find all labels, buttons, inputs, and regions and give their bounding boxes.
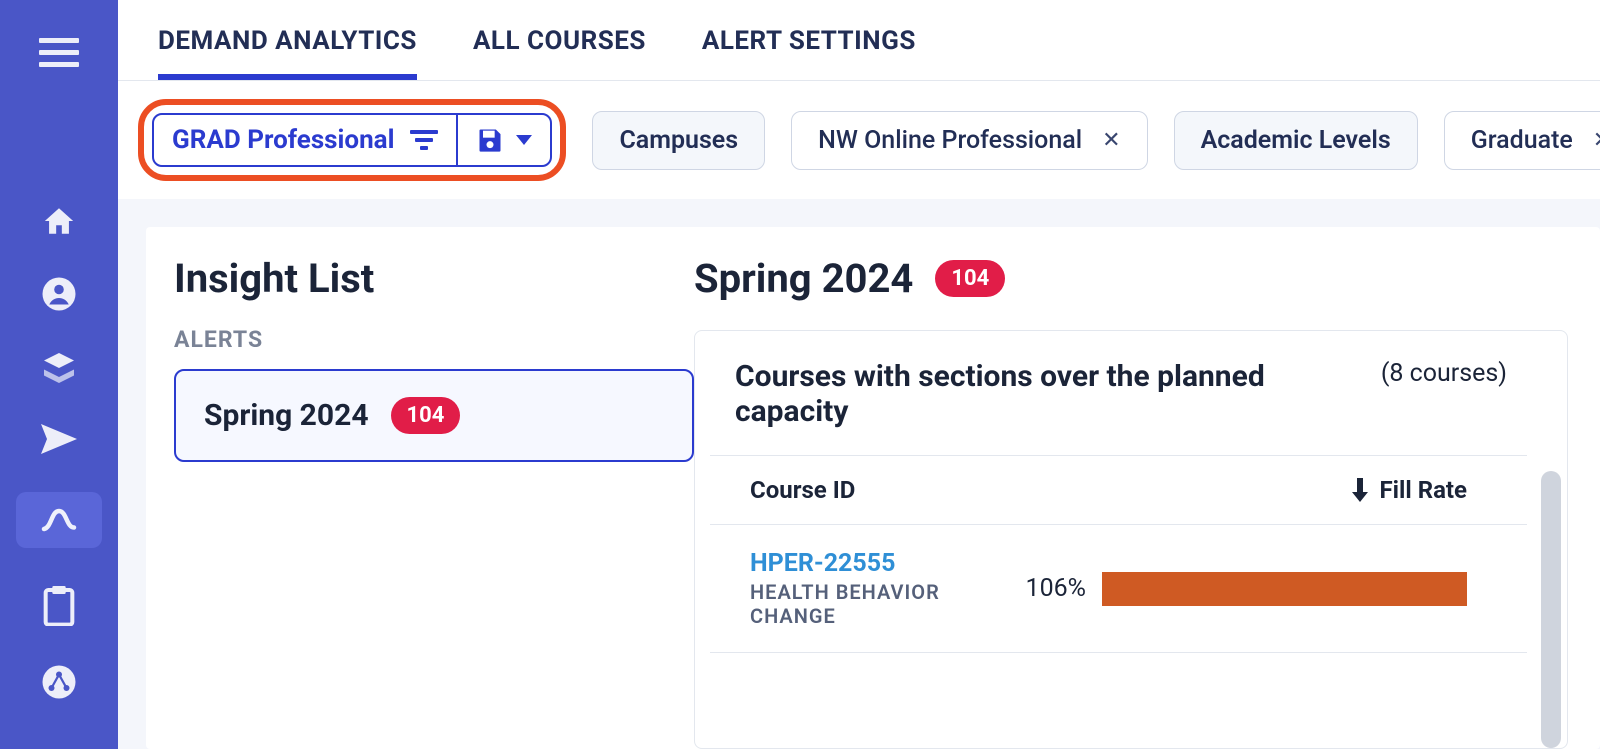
fill-rate-value: 106% xyxy=(1006,574,1086,603)
insight-list-title: Insight List xyxy=(174,255,694,302)
share-icon xyxy=(41,664,77,700)
card-title: Courses with sections over the planned c… xyxy=(735,359,1341,429)
saved-view-save-dropdown[interactable] xyxy=(456,115,550,165)
col-fill-rate-label: Fill Rate xyxy=(1380,476,1468,504)
tab-demand-analytics[interactable]: DEMAND ANALYTICS xyxy=(158,26,417,80)
layers-icon xyxy=(41,350,77,386)
col-fill-rate[interactable]: Fill Rate xyxy=(1350,476,1468,504)
sidebar-item-share[interactable] xyxy=(0,664,118,700)
chevron-down-icon xyxy=(516,135,532,145)
sidebar-item-clipboard[interactable] xyxy=(0,586,118,626)
sidebar-nav xyxy=(0,0,118,749)
alert-item-spring-2024[interactable]: Spring 2024 104 xyxy=(174,369,694,462)
menu-toggle[interactable] xyxy=(0,38,118,68)
filter-chip-campus[interactable]: NW Online Professional ✕ xyxy=(791,111,1147,170)
sidebar-item-home[interactable] xyxy=(0,204,118,238)
tab-all-courses[interactable]: ALL COURSES xyxy=(473,26,646,80)
saved-view-selector: GRAD Professional xyxy=(152,113,552,167)
home-icon xyxy=(41,204,77,238)
over-capacity-card: Courses with sections over the planned c… xyxy=(694,330,1568,749)
remove-chip-icon[interactable]: ✕ xyxy=(1102,128,1120,153)
filter-bar: GRAD Professional Campuses NW Online Pro… xyxy=(118,81,1600,199)
clipboard-icon xyxy=(43,586,75,626)
send-icon xyxy=(41,424,77,454)
user-circle-icon xyxy=(41,276,77,312)
table-row[interactable]: HPER-22555 HEALTH BEHAVIOR CHANGE 106% xyxy=(710,525,1527,653)
col-course-id[interactable]: Course ID xyxy=(750,476,1350,504)
filter-label-levels[interactable]: Academic Levels xyxy=(1174,111,1418,170)
saved-view-button[interactable]: GRAD Professional xyxy=(154,115,456,165)
filter-chip-campus-value: NW Online Professional xyxy=(818,126,1082,155)
detail-count-badge: 104 xyxy=(935,260,1005,297)
top-tabs: DEMAND ANALYTICS ALL COURSES ALERT SETTI… xyxy=(118,0,1600,81)
course-id-link[interactable]: HPER-22555 xyxy=(750,549,990,578)
filter-chip-level-value: Graduate xyxy=(1471,126,1573,155)
saved-view-highlight: GRAD Professional xyxy=(138,99,566,181)
alert-item-term: Spring 2024 xyxy=(204,398,369,433)
hamburger-icon xyxy=(39,38,79,68)
alerts-section-label: ALERTS xyxy=(174,326,694,353)
filter-icon xyxy=(410,130,438,150)
sort-down-icon xyxy=(1350,478,1370,502)
filter-chip-level[interactable]: Graduate ✕ xyxy=(1444,111,1600,170)
remove-chip-icon[interactable]: ✕ xyxy=(1593,128,1600,153)
card-course-count: (8 courses) xyxy=(1381,359,1507,429)
sidebar-item-users[interactable] xyxy=(0,276,118,312)
tab-alert-settings[interactable]: ALERT SETTINGS xyxy=(702,26,916,80)
filter-label-campuses[interactable]: Campuses xyxy=(592,111,765,170)
fill-rate-bar xyxy=(1102,572,1467,606)
sidebar-item-layers[interactable] xyxy=(0,350,118,386)
sidebar-item-analytics[interactable] xyxy=(16,492,102,548)
saved-view-name: GRAD Professional xyxy=(172,125,394,155)
alert-item-count-badge: 104 xyxy=(391,397,461,434)
card-scrollbar[interactable] xyxy=(1541,471,1561,748)
save-icon xyxy=(476,126,504,154)
table-header: Course ID Fill Rate xyxy=(710,455,1527,525)
trend-icon xyxy=(41,505,77,535)
detail-term-title: Spring 2024 xyxy=(694,255,913,302)
sidebar-item-send[interactable] xyxy=(0,424,118,454)
course-name: HEALTH BEHAVIOR CHANGE xyxy=(750,580,990,628)
